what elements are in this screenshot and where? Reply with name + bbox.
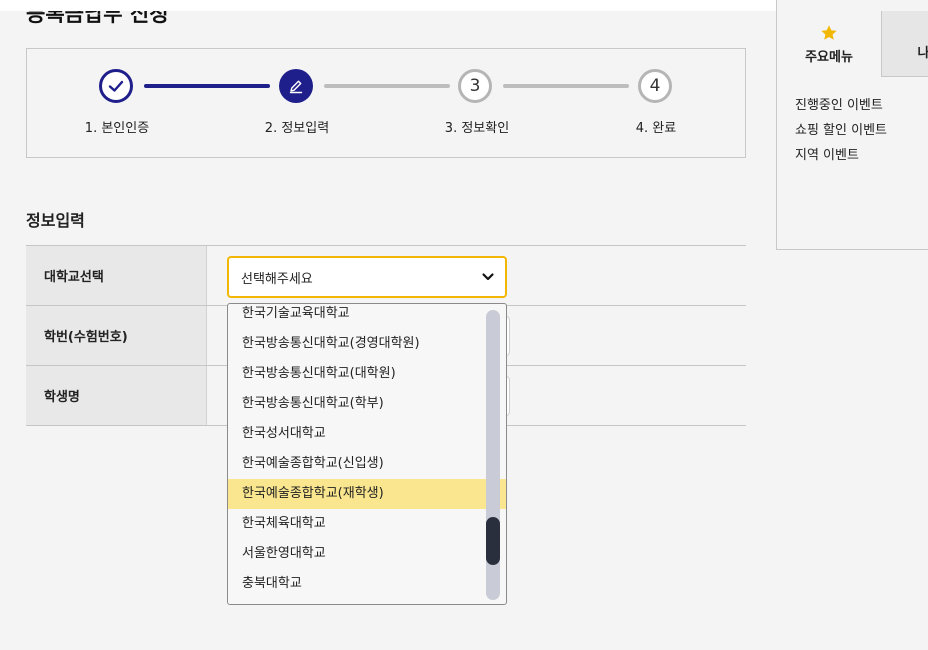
step-3-number: 3 — [469, 76, 481, 96]
dropdown-option[interactable]: 한국예술종합학교(신입생) — [228, 449, 486, 479]
dropdown-option[interactable]: 충북대학교 — [228, 569, 486, 599]
star-icon — [821, 24, 837, 40]
tab-main-menu[interactable]: 주요메뉴 — [777, 11, 881, 77]
progress-stepper: 3 4 1. 본인인증 2. 정보입력 3. 정보확인 4. 완료 — [26, 48, 746, 158]
step-line-3 — [503, 84, 629, 88]
university-label: 대학교선택 — [26, 246, 207, 305]
dropdown-option[interactable]: 한국기술교육대학교 — [228, 304, 486, 329]
step-4-circle: 4 — [638, 69, 672, 103]
dropdown-option[interactable]: 한국방송통신대학교(학부) — [228, 389, 486, 419]
student-id-label: 학번(수험번호) — [26, 306, 207, 365]
step-3-circle: 3 — [458, 69, 492, 103]
university-select-value: 선택해주세요 — [241, 271, 313, 287]
dropdown-option[interactable]: 한국방송통신대학교(경영대학원) — [228, 329, 486, 359]
side-panel: 주요메뉴 나의 진행중인 이벤트 쇼핑 할인 이벤트 지역 이벤트 — [776, 0, 928, 250]
side-link-list: 진행중인 이벤트 쇼핑 할인 이벤트 지역 이벤트 — [795, 93, 887, 168]
side-link-ongoing-event[interactable]: 진행중인 이벤트 — [795, 93, 887, 118]
step-4-number: 4 — [649, 76, 661, 96]
side-link-shopping-event[interactable]: 쇼핑 할인 이벤트 — [795, 118, 887, 143]
tab-my-label: 나의 — [917, 46, 928, 61]
step-4-label: 4. 완료 — [635, 121, 677, 136]
dropdown-option-highlighted[interactable]: 한국예술종합학교(재학생) — [228, 479, 506, 509]
university-select[interactable]: 선택해주세요 — [227, 256, 507, 298]
step-2-label: 2. 정보입력 — [264, 121, 330, 136]
university-dropdown-list[interactable]: 한국기술교육대학교 한국방송통신대학교(경영대학원) 한국방송통신대학교(대학원… — [227, 303, 507, 605]
section-title: 정보입력 — [26, 211, 85, 230]
step-line-2 — [324, 84, 450, 88]
step-line-1 — [144, 84, 270, 88]
step-2-circle — [279, 69, 313, 103]
tab-main-menu-label: 주요메뉴 — [805, 49, 853, 65]
check-icon — [108, 80, 124, 92]
step-1-label: 1. 본인인증 — [84, 121, 150, 136]
dropdown-option[interactable]: 서울한영대학교 — [228, 539, 486, 569]
dropdown-option[interactable]: 한국방송통신대학교(대학원) — [228, 359, 486, 389]
step-1-circle — [99, 69, 133, 103]
dropdown-scrollbar-thumb[interactable] — [486, 517, 500, 565]
step-3-label: 3. 정보확인 — [444, 121, 510, 136]
dropdown-option[interactable]: 한국성서대학교 — [228, 419, 486, 449]
dropdown-option[interactable]: 한국체육대학교 — [228, 509, 486, 539]
side-link-local-event[interactable]: 지역 이벤트 — [795, 143, 887, 168]
chevron-down-icon — [482, 273, 494, 281]
pencil-icon — [289, 80, 303, 94]
tab-my[interactable]: 나의 — [881, 11, 928, 77]
student-name-label: 학생명 — [26, 366, 207, 425]
